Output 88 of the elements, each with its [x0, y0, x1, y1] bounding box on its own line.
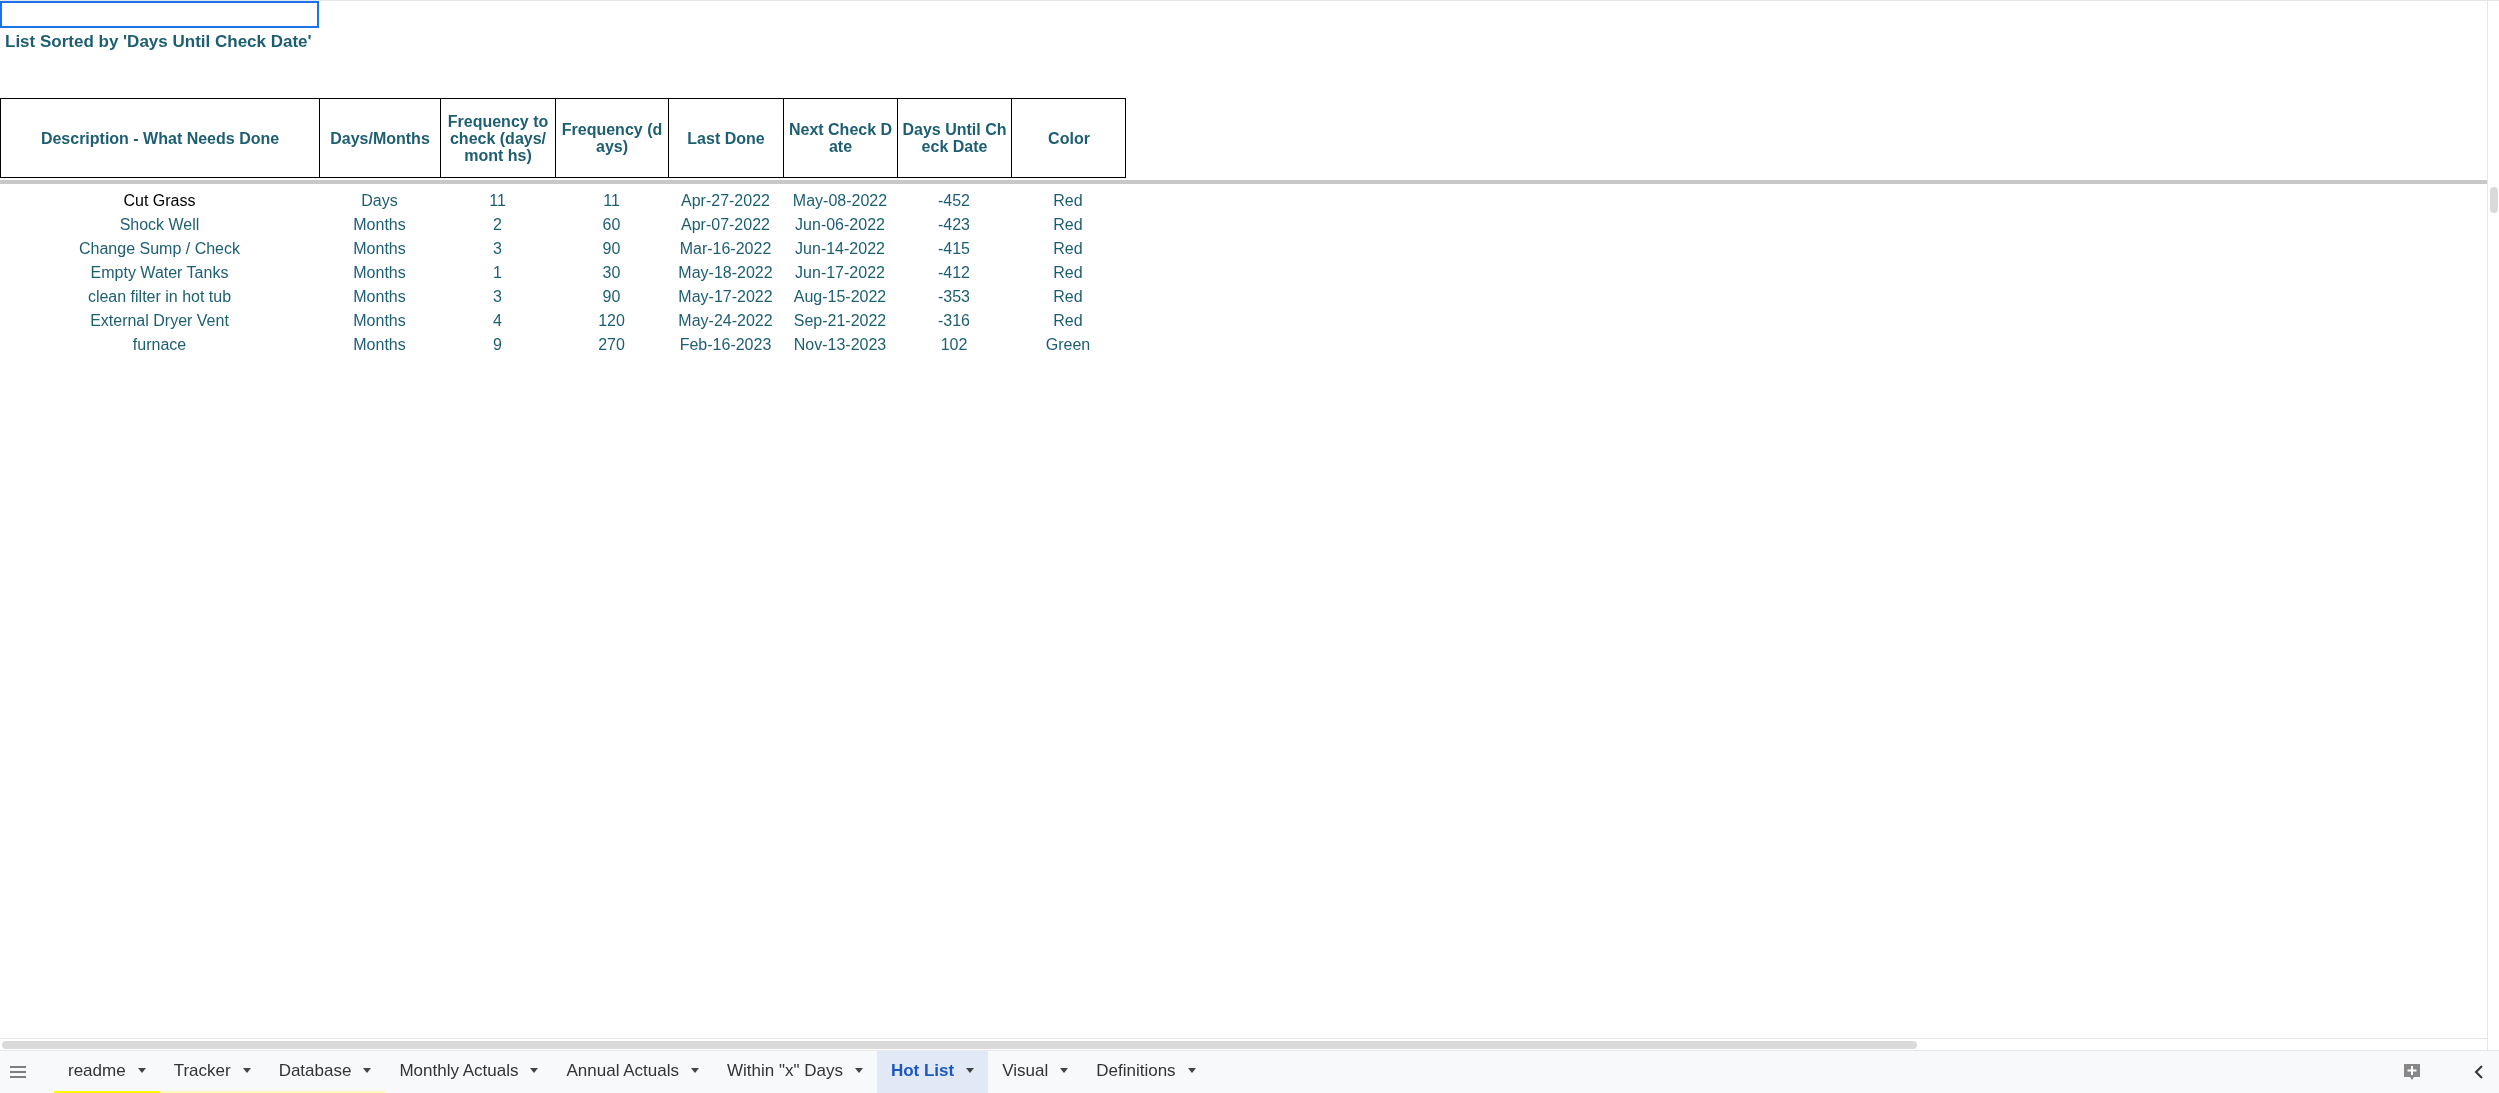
caret-icon — [242, 1068, 251, 1073]
caret-icon — [363, 1068, 372, 1073]
table-cell-text: Apr-27-2022 — [680, 191, 771, 211]
sheet-tab[interactable]: Annual Actuals — [552, 1050, 713, 1093]
table-cell-text: 270 — [597, 335, 626, 355]
table-cell-text: 102 — [939, 335, 969, 355]
table-cell-text: Empty Water Tanks — [89, 263, 230, 283]
table-cell-text: May-17-2022 — [677, 287, 774, 307]
table-cell-text: Red — [1052, 263, 1084, 283]
sheet-tab[interactable]: Monthly Actuals — [385, 1050, 553, 1093]
table-cell-text: May-24-2022 — [677, 311, 774, 331]
table-cell-text: External Dryer Vent — [89, 311, 230, 331]
table-cell-text: 120 — [597, 311, 626, 331]
table-cell-text: 4 — [492, 311, 503, 331]
table-cell-text: Red — [1052, 311, 1084, 331]
table-cell-text: Days — [360, 191, 399, 211]
table-cell-text: Jun-06-2022 — [794, 215, 886, 235]
table-cell-text: clean filter in hot tub — [86, 287, 233, 307]
table-cell-text: 11 — [488, 191, 507, 211]
column-header: Days Until Check Date — [898, 99, 1012, 177]
table-cell-text: Nov-13-2023 — [792, 335, 888, 355]
table-cell-text: Feb-16-2023 — [678, 335, 773, 355]
caret-icon — [530, 1068, 539, 1073]
table-cell-text: Shock Well — [118, 215, 201, 235]
table-cell-text: -452 — [937, 191, 971, 211]
table-cell-text: Red — [1052, 191, 1084, 211]
table-cell-text: furnace — [131, 335, 188, 355]
column-header: Description - What Needs Done — [1, 99, 320, 177]
sheet-tab[interactable]: Database — [264, 1050, 386, 1093]
sheet-tab[interactable]: Within "x" Days — [712, 1050, 877, 1093]
caret-icon — [1060, 1068, 1069, 1073]
chevron-left-icon[interactable] — [2474, 1065, 2483, 1079]
table-cell-text: 11 — [602, 191, 621, 211]
table-cell-text: Apr-07-2022 — [680, 215, 771, 235]
column-header: Days/Months — [320, 99, 441, 177]
sheet-tab[interactable]: readme — [54, 1050, 160, 1093]
table-cell-text: -415 — [937, 239, 971, 259]
selected-cell[interactable] — [0, 1, 319, 28]
table-cell-text: 3 — [492, 239, 503, 259]
table-cell-text: Jun-14-2022 — [794, 239, 886, 259]
table-cell-text: Red — [1052, 239, 1084, 259]
caret-icon — [854, 1068, 863, 1073]
table-cell-text: Red — [1052, 287, 1084, 307]
table-cell-text: Months — [352, 311, 407, 331]
table-cell-text: 3 — [492, 287, 503, 307]
caret-icon — [137, 1068, 146, 1073]
table-cell-text: May-08-2022 — [791, 191, 889, 211]
column-header: Frequency to check (days/mont hs) — [441, 99, 556, 177]
table-cell-text: 2 — [492, 215, 503, 235]
table-cell-text: 9 — [492, 335, 503, 355]
table-cell-text: Change Sump / Check — [78, 239, 241, 259]
table-cell-text: 1 — [492, 263, 503, 283]
caret-icon — [966, 1068, 975, 1073]
table-cell-text: Months — [352, 287, 407, 307]
table-cell-text: Months — [352, 263, 407, 283]
menu-icon[interactable] — [10, 1066, 26, 1078]
sheet-tab[interactable]: Definitions — [1082, 1050, 1210, 1093]
caret-icon — [690, 1068, 699, 1073]
sheet-tab[interactable]: Hot List — [876, 1050, 989, 1093]
table-cell-text: Months — [352, 239, 407, 259]
vertical-scrollbar[interactable] — [2487, 1, 2499, 1050]
column-header: Next Check Date — [784, 99, 898, 177]
add-sheet-icon[interactable] — [2404, 1063, 2420, 1081]
table-cell-text: Cut Grass — [122, 191, 197, 211]
table-cell-text: 60 — [601, 215, 622, 235]
table-cell-text: -316 — [937, 311, 971, 331]
table-cell-text: -423 — [937, 215, 971, 235]
table-cell-text: Months — [352, 215, 407, 235]
table-cell-text: Jun-17-2022 — [794, 263, 886, 283]
table-cell-text: -353 — [937, 287, 971, 307]
table-cell-text: Months — [352, 335, 407, 355]
table-cell-text: Red — [1052, 215, 1084, 235]
table-cell-text: May-18-2022 — [677, 263, 774, 283]
sheet-tab[interactable]: Tracker — [159, 1050, 265, 1093]
column-header: Frequency (days) — [556, 99, 669, 177]
sheet-title: List Sorted by 'Days Until Check Date' — [5, 32, 312, 51]
table-cell-text: -412 — [937, 263, 971, 283]
table-cell-text: 90 — [601, 239, 622, 259]
table-cell-text: Aug-15-2022 — [792, 287, 888, 307]
caret-icon — [1187, 1068, 1196, 1073]
table-cell-text: Sep-21-2022 — [792, 311, 888, 331]
table-cell-text: 90 — [601, 287, 622, 307]
table-cell-text: 30 — [601, 263, 622, 283]
sheet-tab[interactable]: Visual — [988, 1050, 1083, 1093]
table-cell-text: Green — [1044, 335, 1092, 355]
table-cell-text: Mar-16-2022 — [678, 239, 773, 259]
column-header: Color — [1047, 128, 1091, 149]
column-header: Last Done — [669, 99, 784, 177]
